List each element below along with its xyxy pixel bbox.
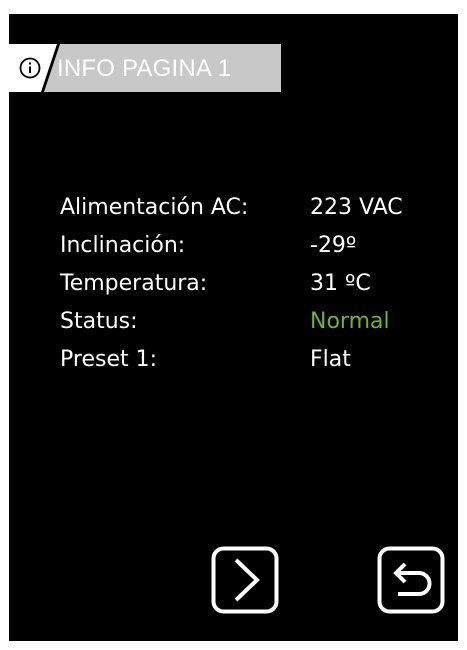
info-value: -29º	[310, 233, 357, 258]
info-label: Preset 1:	[60, 347, 158, 372]
info-label: Status:	[60, 309, 138, 334]
info-value: 31 ºC	[310, 271, 371, 296]
back-button[interactable]	[377, 546, 445, 614]
info-row-ac-supply: Alimentación AC: 223 VAC	[60, 189, 450, 227]
info-label: Alimentación AC:	[60, 195, 249, 220]
info-icon	[19, 57, 41, 79]
page-title: INFO PAGINA 1	[57, 55, 232, 82]
status-value: Normal	[310, 309, 390, 334]
page-header: INFO PAGINA 1	[9, 44, 281, 92]
info-row-status: Status: Normal	[60, 303, 450, 341]
next-page-button[interactable]	[211, 546, 279, 614]
info-row-preset: Preset 1: Flat	[60, 341, 450, 379]
info-row-inclination: Inclinación: -29º	[60, 227, 450, 265]
return-arrow-icon	[377, 546, 445, 614]
info-label: Temperatura:	[60, 271, 208, 296]
info-row-temperature: Temperatura: 31 ºC	[60, 265, 450, 303]
info-list: Alimentación AC: 223 VAC Inclinación: -2…	[60, 189, 450, 379]
chevron-right-icon	[211, 546, 279, 614]
info-value: Flat	[310, 347, 351, 372]
info-label: Inclinación:	[60, 233, 186, 258]
device-screen: INFO PAGINA 1 Alimentación AC: 223 VAC I…	[9, 14, 458, 641]
info-value: 223 VAC	[310, 195, 403, 220]
